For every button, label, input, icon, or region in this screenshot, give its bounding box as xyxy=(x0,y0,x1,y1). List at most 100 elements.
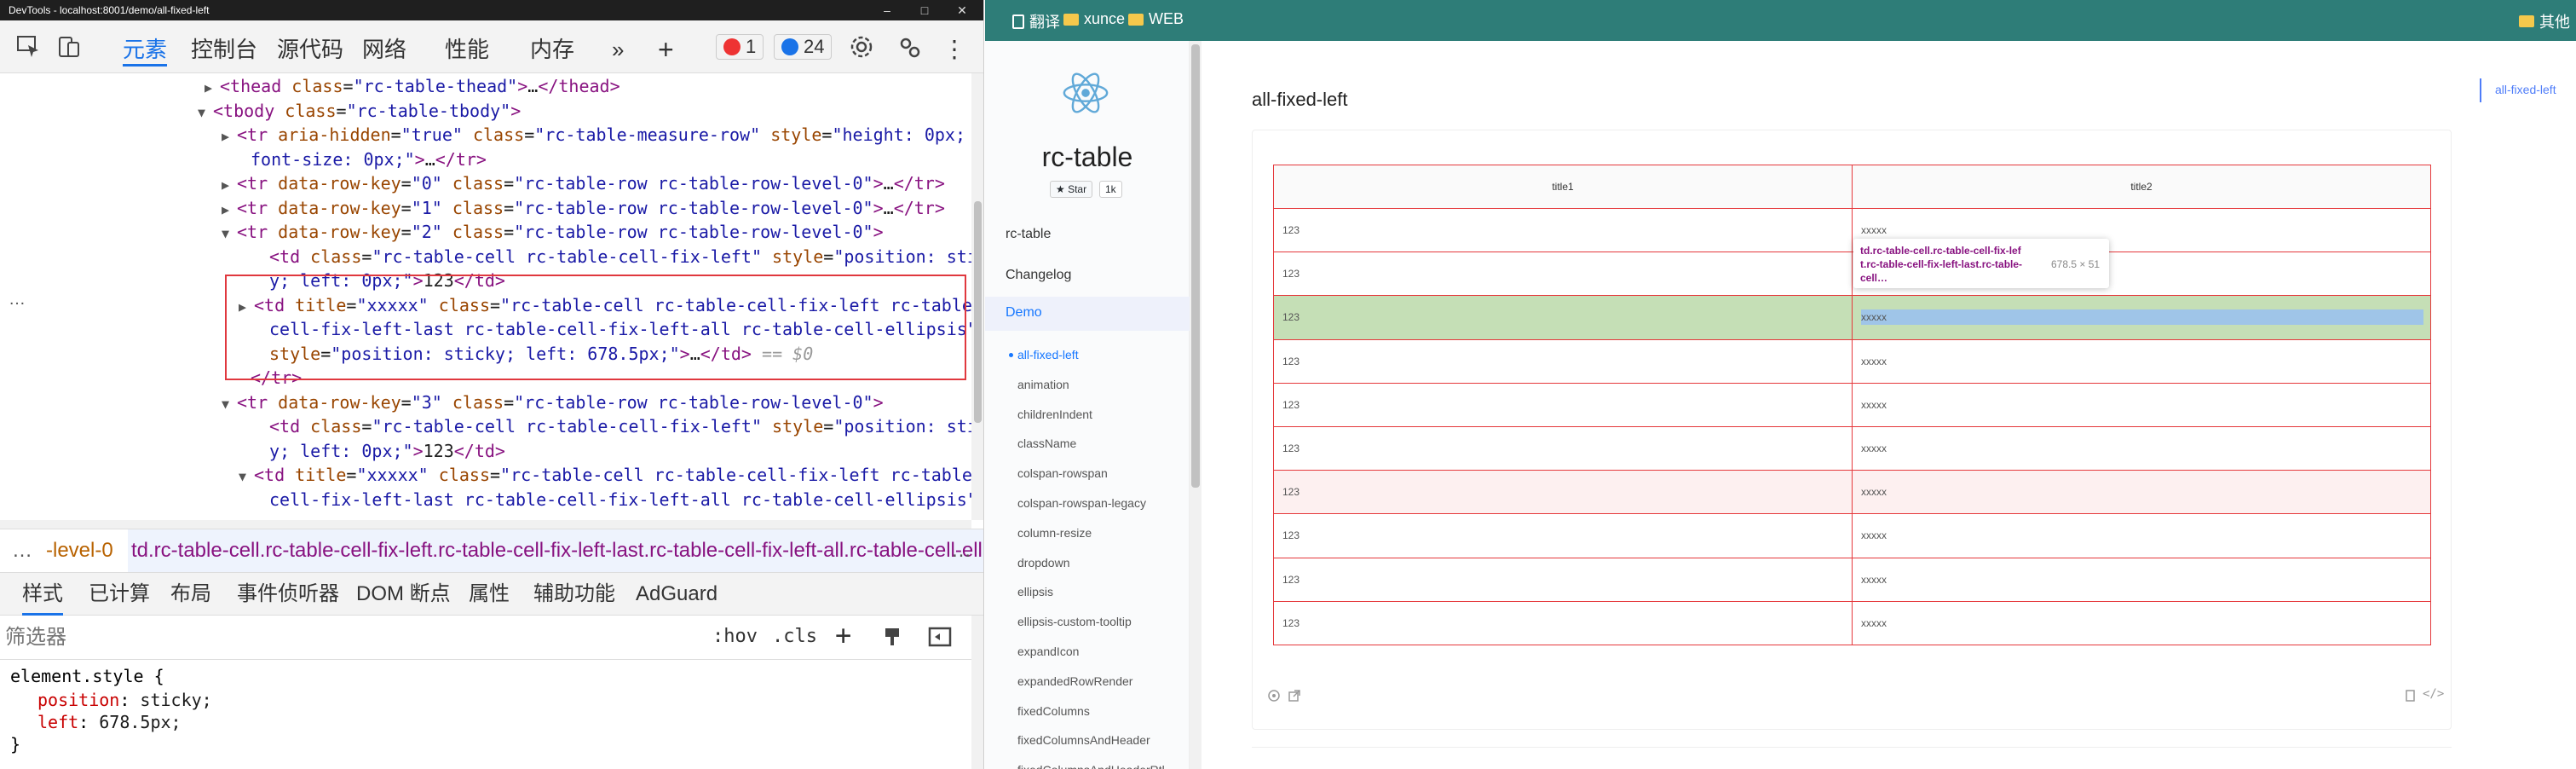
tab-layout[interactable]: 布局 xyxy=(170,573,211,616)
dom-node-line[interactable]: ▼ <tr data-row-key="3" class="rc-table-ro… xyxy=(222,390,884,415)
paint-icon[interactable] xyxy=(878,622,907,651)
nav-sub-item[interactable]: fixedColumns xyxy=(1017,704,1090,718)
add-rule-button[interactable]: + xyxy=(835,619,851,651)
bookmark-xunce[interactable]: xunce xyxy=(1063,10,1125,28)
nav-sub-item[interactable]: ellipsis-custom-tooltip xyxy=(1017,615,1132,628)
dom-node-line[interactable]: ▼ <tr data-row-key="2" class="rc-table-ro… xyxy=(222,220,884,245)
cls-button[interactable]: .cls xyxy=(772,626,817,647)
inspect-element-icon[interactable] xyxy=(14,32,43,61)
dom-node-line[interactable]: <td class="rc-table-cell rc-table-cell-f… xyxy=(254,245,971,269)
rule-prop-left[interactable]: left: 678.5px; xyxy=(37,711,182,733)
toc-indicator xyxy=(2480,78,2481,102)
expand-triangle-icon[interactable]: ▶ xyxy=(222,124,237,149)
tab-performance[interactable]: 性能 xyxy=(445,32,489,66)
dom-node-line[interactable]: ▶ <tr aria-hidden="true" class="rc-table-… xyxy=(222,123,965,147)
filter-input[interactable] xyxy=(5,621,687,655)
tab-dom-breakpoints[interactable]: DOM 断点 xyxy=(356,573,451,616)
breadcrumb-more[interactable]: … xyxy=(951,529,971,572)
nav-sub-item[interactable]: childrenIndent xyxy=(1017,408,1092,421)
expand-triangle-icon[interactable]: ▶ xyxy=(205,76,220,101)
dom-scrollbar[interactable] xyxy=(971,73,983,520)
tab-elements[interactable]: 元素 xyxy=(123,32,168,66)
dom-node-line[interactable]: ▶ <thead class="rc-table-thead">…</thead> xyxy=(205,74,620,99)
tab-styles[interactable]: 样式 xyxy=(22,573,63,616)
show-code-icon[interactable]: </> xyxy=(2423,687,2444,701)
folder-icon xyxy=(1063,13,1079,26)
site-title[interactable]: rc-table xyxy=(985,142,1190,173)
nav-item-rc-table[interactable]: rc-table xyxy=(1006,227,1051,242)
collapse-triangle-icon[interactable]: ▼ xyxy=(239,465,254,489)
close-button[interactable]: ✕ xyxy=(942,0,982,20)
dom-node-line[interactable]: <td class="rc-table-cell rc-table-cell-f… xyxy=(254,414,971,439)
scrollbar-thumb[interactable] xyxy=(974,201,982,423)
nav-sub-item[interactable]: colspan-rowspan xyxy=(1017,466,1108,480)
breadcrumb-item-td[interactable]: td.rc-table-cell.rc-table-cell-fix-left.… xyxy=(128,529,983,572)
error-badge[interactable]: 1 xyxy=(716,34,764,60)
github-star-button[interactable]: ★ Star xyxy=(1050,181,1093,198)
nav-sub-item[interactable]: dropdown xyxy=(1017,556,1070,570)
tab-console[interactable]: 控制台 xyxy=(191,32,257,66)
toc-item[interactable]: all-fixed-left xyxy=(2495,83,2556,96)
dom-node-line[interactable]: y; left: 0px;">123</td> xyxy=(254,439,505,464)
expand-triangle-icon[interactable]: ▶ xyxy=(222,198,237,223)
hov-button[interactable]: :hov xyxy=(712,626,758,647)
window-title: DevTools - localhost:8001/demo/all-fixed… xyxy=(9,4,210,16)
rule-selector: element.style { xyxy=(10,666,164,686)
dom-node-line[interactable]: ▼ <td title="xxxxx" class="rc-table-cell … xyxy=(239,463,971,488)
settings-gear-icon[interactable] xyxy=(847,32,876,61)
nav-sub-item[interactable]: className xyxy=(1017,437,1076,450)
nav-sub-item[interactable]: ellipsis xyxy=(1017,585,1053,598)
row-more-dots[interactable]: … xyxy=(9,290,26,309)
tab-computed[interactable]: 已计算 xyxy=(89,573,150,616)
nav-sub-item[interactable]: all-fixed-left xyxy=(1017,348,1079,361)
collapse-triangle-icon[interactable]: ▼ xyxy=(222,392,237,417)
scrollbar-thumb[interactable] xyxy=(1191,44,1200,488)
nav-item-demo[interactable]: Demo xyxy=(1006,305,1042,321)
open-external-icon[interactable] xyxy=(1288,689,1301,707)
dom-node-line[interactable]: ▶ <tr data-row-key="1" class="rc-table-ro… xyxy=(222,196,945,221)
bookmark-other[interactable]: 其他 xyxy=(2519,10,2570,32)
nav-sub-item[interactable]: expandedRowRender xyxy=(1017,674,1132,688)
sidebar-scrollbar[interactable] xyxy=(1190,41,1202,769)
nav-item-changelog[interactable]: Changelog xyxy=(1006,268,1071,283)
nav-sub-item[interactable]: fixedColumnsAndHeader xyxy=(1017,733,1150,747)
collapse-triangle-icon[interactable]: ▼ xyxy=(198,101,213,125)
dom-node-line[interactable]: ▼ <tbody class="rc-table-tbody"> xyxy=(198,99,521,124)
tab-adguard[interactable]: AdGuard xyxy=(636,573,717,616)
message-badge[interactable]: 24 xyxy=(774,34,833,60)
nav-sub-item[interactable]: animation xyxy=(1017,378,1069,391)
horizontal-scrollbar[interactable] xyxy=(0,520,971,529)
nav-sub-item[interactable]: column-resize xyxy=(1017,526,1092,540)
rule-prop-position[interactable]: position: sticky; xyxy=(37,689,212,711)
bookmark-translate[interactable]: 翻译 xyxy=(1012,10,1060,32)
tab-sources[interactable]: 源代码 xyxy=(277,32,343,66)
codesandbox-icon[interactable] xyxy=(1267,689,1281,707)
more-menu-icon[interactable]: ⋮ xyxy=(942,32,966,66)
tab-properties[interactable]: 属性 xyxy=(469,573,510,616)
more-tabs-icon[interactable]: » xyxy=(612,32,624,66)
dom-node-line[interactable]: font-size: 0px;">…</tr> xyxy=(235,147,487,172)
breadcrumb-item-row[interactable]: -level-0 xyxy=(46,529,113,572)
dom-node-line[interactable]: ▶ <tr data-row-key="0" class="rc-table-ro… xyxy=(222,171,945,196)
maximize-button[interactable]: □ xyxy=(905,0,944,20)
tab-event-listeners[interactable]: 事件侦听器 xyxy=(237,573,339,616)
bookmark-web[interactable]: WEB xyxy=(1128,10,1184,28)
copy-icon[interactable] xyxy=(2404,689,2418,707)
toggle-sidebar-icon[interactable] xyxy=(925,622,954,651)
breadcrumb-dots[interactable]: … xyxy=(12,529,32,572)
device-toolbar-icon[interactable] xyxy=(55,32,84,61)
nav-sub-item[interactable]: expandIcon xyxy=(1017,645,1079,658)
nav-sub-item[interactable]: colspan-rowspan-legacy xyxy=(1017,496,1146,510)
github-star-count[interactable]: 1k xyxy=(1099,181,1122,198)
nav-sub-item[interactable]: fixedColumnsAndHeaderRtl xyxy=(1017,763,1165,769)
expand-triangle-icon[interactable]: ▶ xyxy=(222,173,237,198)
minimize-button[interactable]: – xyxy=(867,0,907,20)
dom-node-line[interactable]: cell-fix-left-last rc-table-cell-fix-lef… xyxy=(254,488,971,512)
add-tab-icon[interactable]: + xyxy=(658,32,674,66)
tab-memory[interactable]: 内存 xyxy=(530,32,574,66)
tab-accessibility[interactable]: 辅助功能 xyxy=(533,573,615,616)
tab-network[interactable]: 网络 xyxy=(362,32,406,66)
styles-scrollbar[interactable] xyxy=(971,616,983,769)
connection-icon[interactable] xyxy=(895,32,924,61)
collapse-triangle-icon[interactable]: ▼ xyxy=(222,222,237,246)
